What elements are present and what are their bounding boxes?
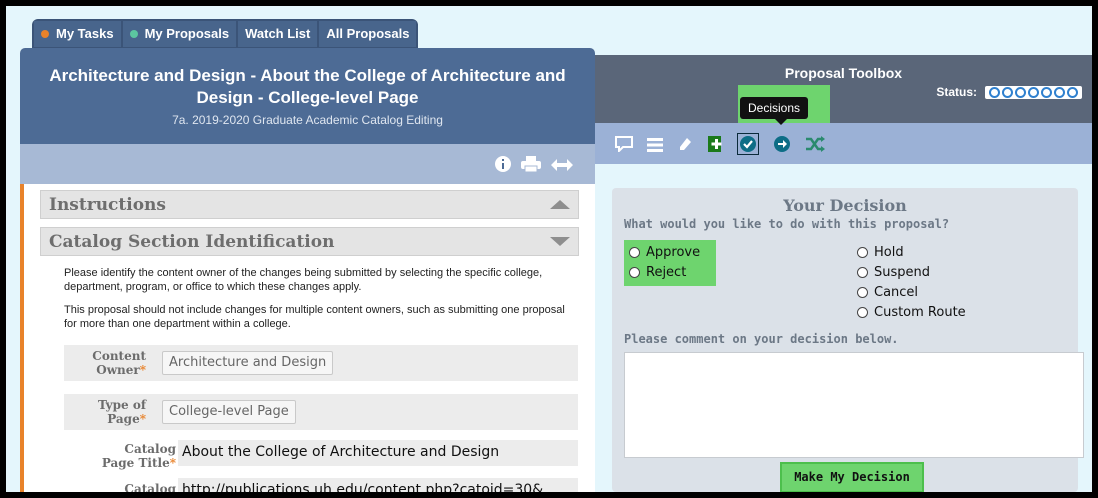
expand-arrows-icon[interactable] (551, 157, 573, 176)
tab-label: All Proposals (326, 26, 410, 41)
status-circle-icon (1028, 86, 1039, 98)
instruction-paragraph: Please identify the content owner of the… (64, 267, 543, 293)
option-label: Custom Route (874, 305, 966, 320)
status-circle-icon (1054, 86, 1065, 98)
catalog-url-label: Catalog (124, 482, 176, 492)
print-icon[interactable] (521, 156, 541, 176)
catalog-url-value: http://publications.uh.edu/content.php?c… (182, 482, 544, 492)
tab-watch-list[interactable]: Watch List (238, 21, 318, 47)
proposal-toolbox: Proposal Toolbox Status: Decisions Your … (595, 55, 1092, 492)
catalog-url-field[interactable]: http://publications.uh.edu/content.php?c… (178, 478, 578, 492)
decisions-check-icon[interactable] (737, 133, 759, 159)
catalog-page-title-label: Catalog Page Title* (101, 442, 176, 470)
status-circle-icon (1041, 86, 1052, 98)
info-icon[interactable] (495, 156, 511, 176)
toolbox-toolbar (595, 123, 1092, 164)
option-label: Approve (646, 245, 701, 260)
status-circle-icon (989, 86, 1000, 98)
forward-icon[interactable] (773, 135, 791, 157)
status-label: Status: (936, 85, 977, 99)
proposal-title: Architecture and Design - About the Coll… (49, 66, 566, 107)
list-icon[interactable] (647, 137, 663, 156)
decision-question: What would you like to do with this prop… (624, 217, 950, 231)
add-icon[interactable] (707, 135, 725, 157)
tab-my-tasks[interactable]: My Tasks (34, 21, 121, 47)
content-owner-field[interactable]: Architecture and Design (162, 351, 334, 375)
expand-down-icon (550, 237, 570, 246)
status-indicator: Status: (936, 85, 1082, 99)
approve-radio[interactable] (629, 247, 640, 258)
catalog-page-title-field[interactable]: About the College of Architecture and De… (178, 440, 578, 466)
reject-option[interactable]: Reject (629, 265, 686, 280)
collapse-up-icon (550, 200, 570, 209)
suspend-radio[interactable] (857, 267, 868, 278)
instruction-paragraph: This proposal should not include changes… (64, 304, 565, 330)
tab-bar: My Tasks My Proposals Watch List All Pro… (32, 19, 419, 49)
type-of-page-field[interactable]: College-level Page (162, 400, 296, 424)
proposal-toolbar (20, 144, 595, 184)
cancel-option[interactable]: Cancel (857, 285, 918, 300)
tab-label: My Tasks (56, 26, 114, 41)
comment-icon[interactable] (615, 136, 633, 156)
option-label: Cancel (874, 285, 919, 300)
proposal-subtitle: 7a. 2019-2020 Graduate Academic Catalog … (172, 113, 443, 127)
decision-title: Your Decision (783, 196, 907, 215)
proposals-dot-icon (129, 30, 138, 38)
custom-route-radio[interactable] (857, 307, 868, 318)
app-frame: My Tasks My Proposals Watch List All Pro… (6, 6, 1092, 492)
status-circle-icon (1067, 86, 1078, 98)
type-of-page-row: Type of Page* College-level Page (64, 394, 578, 430)
tab-label: Watch List (245, 26, 311, 41)
decisions-tooltip: Decisions (740, 97, 809, 125)
toolbox-header: Proposal Toolbox Status: (595, 55, 1092, 123)
decision-panel: Your Decision What would you like to do … (612, 188, 1084, 492)
instructions-section-header[interactable]: Instructions (40, 190, 579, 219)
section-title: Instructions (49, 194, 166, 215)
decision-comment-input[interactable] (624, 352, 1084, 458)
option-label: Reject (646, 265, 687, 280)
toolbox-title: Proposal Toolbox (784, 65, 903, 81)
cancel-radio[interactable] (857, 287, 868, 298)
content-owner-label: Content Owner* (92, 349, 146, 377)
status-circle-icon (1002, 86, 1013, 98)
hold-radio[interactable] (857, 247, 868, 258)
suspend-option[interactable]: Suspend (857, 265, 930, 280)
status-circle-icon (1015, 86, 1026, 98)
shuffle-icon[interactable] (805, 136, 825, 156)
custom-route-option[interactable]: Custom Route (857, 305, 966, 320)
tab-label: My Proposals (144, 26, 230, 41)
reject-radio[interactable] (629, 267, 640, 278)
status-circles (985, 85, 1082, 99)
hold-option[interactable]: Hold (857, 245, 904, 260)
tab-my-proposals[interactable]: My Proposals (122, 21, 237, 47)
proposal-panel: Architecture and Design - About the Coll… (20, 48, 595, 492)
option-label: Suspend (874, 265, 931, 280)
option-label: Hold (874, 245, 904, 260)
comment-label: Please comment on your decision below. (624, 332, 899, 346)
tasks-dot-icon (41, 30, 49, 38)
catalog-page-title-value: About the College of Architecture and De… (182, 444, 500, 460)
proposal-body: Instructions Catalog Section Identificat… (20, 184, 595, 492)
proposal-header: Architecture and Design - About the Coll… (20, 48, 595, 144)
tab-all-proposals[interactable]: All Proposals (319, 21, 417, 47)
catalog-section-header[interactable]: Catalog Section Identification (40, 227, 579, 256)
edit-icon[interactable] (677, 136, 693, 156)
content-owner-row: Content Owner* Architecture and Design (64, 345, 578, 381)
section-title: Catalog Section Identification (49, 231, 335, 252)
approve-option[interactable]: Approve (629, 245, 700, 260)
make-my-decision-button[interactable]: Make My Decision (780, 462, 924, 492)
type-of-page-label: Type of Page* (98, 398, 146, 426)
